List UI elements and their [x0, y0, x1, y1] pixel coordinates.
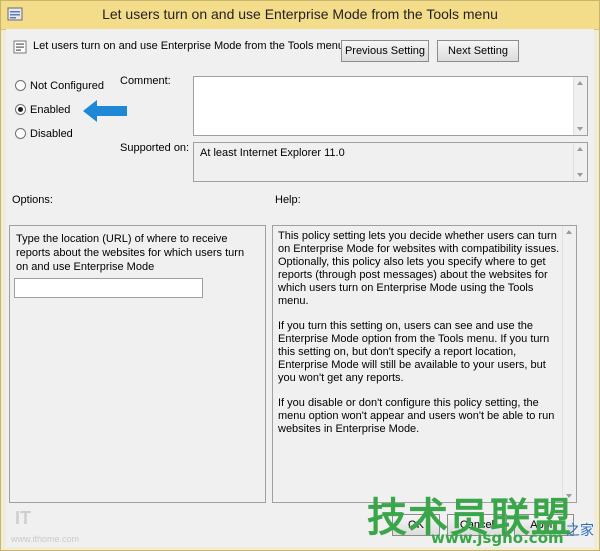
ithome-url-watermark: www.ithome.com — [11, 534, 80, 544]
help-panel: This policy setting lets you decide whet… — [272, 225, 577, 503]
radio-enabled[interactable]: Enabled — [15, 104, 70, 116]
title-bar[interactable]: Let users turn on and use Enterprise Mod… — [1, 1, 599, 30]
help-scrollbar[interactable] — [562, 226, 576, 502]
next-setting-label: Next Setting — [448, 45, 508, 57]
policy-dialog-window: Let users turn on and use Enterprise Mod… — [0, 0, 600, 551]
radio-button-disabled[interactable] — [15, 128, 26, 139]
setting-name: Let users turn on and use Enterprise Mod… — [33, 40, 345, 52]
ithome-logo: IT — [15, 508, 31, 528]
comment-scrollbar[interactable] — [573, 77, 587, 135]
report-url-input[interactable] — [14, 278, 203, 298]
help-paragraph: If you disable or don't configure this p… — [278, 397, 555, 435]
jsgho-watermark-url: www.jsgho.com — [431, 529, 564, 547]
comment-textarea[interactable] — [193, 76, 588, 136]
help-paragraph: If you turn this setting on, users can s… — [278, 320, 550, 384]
radio-label-enabled: Enabled — [30, 104, 71, 116]
radio-button-enabled[interactable] — [15, 104, 26, 115]
scroll-up-icon[interactable] — [566, 230, 572, 234]
scroll-up-icon[interactable] — [577, 147, 583, 151]
supported-on-field: At least Internet Explorer 11.0 — [193, 142, 588, 182]
previous-setting-button[interactable]: Previous Setting — [341, 40, 429, 62]
previous-setting-label: Previous Setting — [344, 45, 426, 57]
radio-disabled[interactable]: Disabled — [15, 128, 73, 140]
scroll-up-icon[interactable] — [577, 81, 583, 85]
radio-button-not-configured[interactable] — [15, 80, 26, 91]
supported-on-value: At least Internet Explorer 11.0 — [200, 147, 345, 159]
scroll-down-icon[interactable] — [577, 173, 583, 177]
help-paragraph: This policy setting lets you decide whet… — [278, 230, 560, 307]
options-label: Options: — [12, 194, 53, 206]
side-watermark-text: 之家 — [566, 523, 594, 539]
options-description: Type the location (URL) of where to rece… — [16, 233, 245, 273]
scroll-down-icon[interactable] — [577, 127, 583, 131]
radio-label-not-configured: Not Configured — [30, 80, 104, 92]
window-title: Let users turn on and use Enterprise Mod… — [102, 6, 498, 22]
blue-arrow-pointer-icon — [83, 100, 127, 122]
dialog-client-area: Let users turn on and use Enterprise Mod… — [6, 29, 594, 547]
help-text: This policy setting lets you decide whet… — [278, 230, 563, 448]
supported-on-label: Supported on: — [120, 142, 190, 154]
options-panel: Type the location (URL) of where to rece… — [9, 225, 266, 503]
radio-label-disabled: Disabled — [30, 128, 73, 140]
comment-label: Comment: — [120, 75, 171, 87]
setting-icon — [13, 40, 27, 54]
help-label: Help: — [275, 194, 301, 206]
supported-scrollbar[interactable] — [573, 143, 587, 181]
next-setting-button[interactable]: Next Setting — [437, 40, 519, 62]
radio-not-configured[interactable]: Not Configured — [15, 80, 104, 92]
